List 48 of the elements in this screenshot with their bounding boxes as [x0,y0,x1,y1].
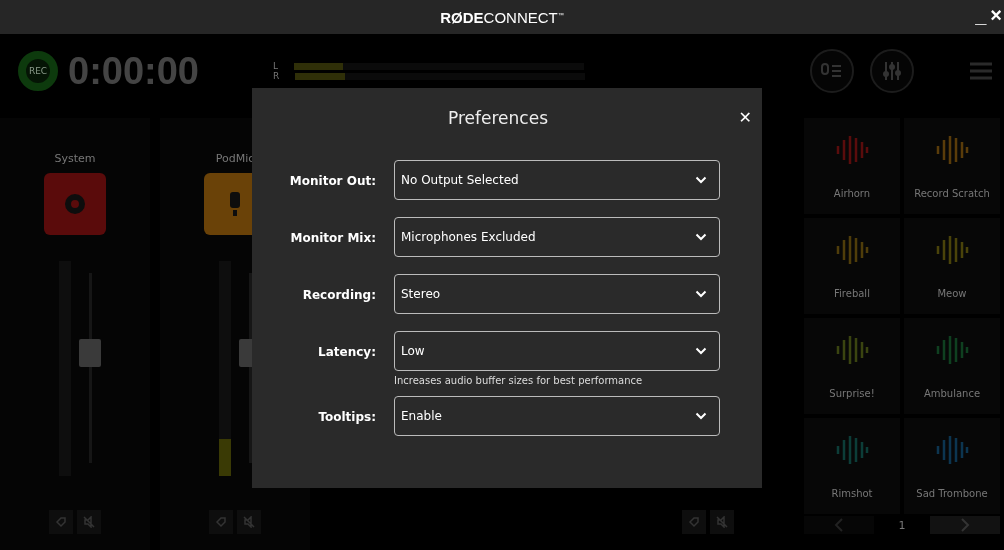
menu-icon[interactable] [970,62,992,80]
meter-label: R [273,71,280,81]
dropdown[interactable]: Enable [394,396,720,436]
dropdown[interactable]: Microphones Excluded [394,217,720,257]
field-label: Latency: [317,344,376,361]
meter-label: L [273,61,278,71]
hint-text: Increases audio buffer sizes for best performance [394,375,644,386]
page-number: 1 [898,518,906,532]
field-label: Monitor Out: [288,173,376,190]
field-label: Tooltips: [317,409,376,426]
close-button[interactable]: × [988,0,1004,30]
close-button[interactable]: ✕ [738,108,752,127]
tag-icon[interactable] [49,510,73,534]
field-label: Monitor Mix: [289,230,376,247]
sound-pad[interactable]: Rimshot [804,418,900,514]
sound-pad[interactable]: Sad Trombone [904,418,1000,514]
record-button[interactable]: REC [18,51,58,91]
tag-icon[interactable] [682,510,706,534]
sound-pad[interactable]: Airhorn [804,118,900,214]
channel-name: System [54,152,96,165]
mute-icon[interactable] [237,510,261,534]
fader-handle[interactable] [78,338,101,367]
sound-pad[interactable]: Ambulance [904,318,1000,414]
chevron-down-icon [695,290,707,298]
sound-pad[interactable]: Meow [904,218,1000,314]
next-page-icon[interactable] [930,516,1000,534]
sound-pad[interactable]: Record Scratch [904,118,1000,214]
minimize-button[interactable]: _ [973,0,989,30]
channel-name: PodMic [215,152,255,165]
dropdown[interactable]: No Output Selected [394,160,720,200]
chevron-down-icon [695,412,707,420]
timer: 0:00:00 [68,49,199,93]
app-logo: RØDECONNECT$^{™}$ [440,8,564,26]
chevron-down-icon [695,347,707,355]
dropdown[interactable]: Low [394,331,720,371]
sound-pad[interactable]: Surprise! [804,318,900,414]
dropdown[interactable]: Stereo [394,274,720,314]
mute-icon[interactable] [77,510,101,534]
chevron-down-icon [695,176,707,184]
previous-page-icon[interactable] [804,516,874,534]
mute-icon[interactable] [710,510,734,534]
mixer-icon[interactable] [870,49,914,93]
field-label: Recording: [301,287,376,304]
chevron-down-icon [695,233,707,241]
sound-pad[interactable]: Fireball [804,218,900,314]
dialog-title: Preferences [448,108,548,128]
mic-list-icon[interactable] [810,49,854,93]
tag-icon[interactable] [209,510,233,534]
